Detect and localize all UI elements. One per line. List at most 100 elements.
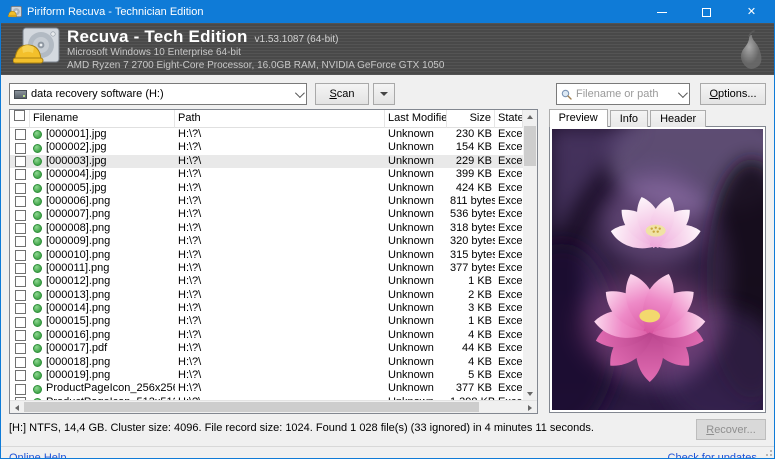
file-state-icon xyxy=(33,250,42,260)
cell-state: Excellent xyxy=(498,261,523,274)
row-checkbox[interactable] xyxy=(14,303,26,315)
cell-state: Excellent xyxy=(498,194,523,207)
drive-selector[interactable]: data recovery software (H:) xyxy=(9,83,307,105)
row-checkbox[interactable] xyxy=(14,209,26,221)
banner-title: Recuva - Tech Edition xyxy=(67,26,248,46)
row-checkbox[interactable] xyxy=(14,155,26,167)
vertical-scrollbar[interactable] xyxy=(522,110,537,400)
row-checkbox[interactable] xyxy=(14,289,26,301)
tab-preview[interactable]: Preview xyxy=(548,109,608,127)
row-checkbox[interactable] xyxy=(14,182,26,194)
vertical-scroll-thumb[interactable] xyxy=(523,126,536,166)
table-row[interactable]: [000004].jpg H:\?\ Unknown 399 KB Excellent xyxy=(10,168,523,181)
toolbar: data recovery software (H:) Scan Filenam… xyxy=(9,83,766,105)
table-row[interactable]: [000016].png H:\?\ Unknown 4 KB Excellent xyxy=(10,329,523,342)
table-row[interactable]: [000015].png H:\?\ Unknown 1 KB Excellent xyxy=(10,315,523,328)
cell-name: [000012].png xyxy=(30,275,175,288)
row-checkbox[interactable] xyxy=(14,316,26,328)
horizontal-scroll-thumb[interactable] xyxy=(24,402,479,412)
cell-size: 536 bytes xyxy=(450,208,495,221)
horizontal-scrollbar[interactable] xyxy=(10,400,537,413)
cell-name: [000005].jpg xyxy=(30,182,175,195)
maximize-button[interactable] xyxy=(684,1,729,23)
table-row[interactable]: [000007].png H:\?\ Unknown 536 bytesExcelle… xyxy=(10,208,523,221)
table-row[interactable]: [000006].png H:\?\ Unknown 811 bytesExcelle… xyxy=(10,195,523,208)
row-checkbox[interactable] xyxy=(14,383,26,395)
column-header-size[interactable]: Size xyxy=(447,109,495,128)
footer: Online Help Check for updates... xyxy=(1,446,774,458)
cell-size: 315 bytes xyxy=(450,248,495,261)
row-checkbox[interactable] xyxy=(14,129,26,141)
row-checkbox[interactable] xyxy=(14,343,26,355)
table-row[interactable]: ProductPageIcon_256x256@2x...H:\?\ Unknow… xyxy=(10,382,523,395)
column-header-modified[interactable]: Last Modified xyxy=(385,109,447,128)
cell-path: H:\?\ xyxy=(178,141,202,154)
row-checkbox[interactable] xyxy=(14,169,26,181)
cell-path: H:\?\ xyxy=(178,342,202,355)
preview-image xyxy=(551,129,763,410)
table-row[interactable]: [000009].png H:\?\ Unknown 320 bytesExcelle… xyxy=(10,235,523,248)
file-name: [000017].pdf xyxy=(46,342,108,355)
table-row[interactable]: [000010].png H:\?\ Unknown 315 bytesExcelle… xyxy=(10,249,523,262)
header-banner: Recuva - Tech Edition v1.53.1087 (64-bit… xyxy=(1,23,774,75)
scroll-up-icon[interactable] xyxy=(523,110,537,123)
close-button[interactable]: ✕ xyxy=(729,1,774,23)
scan-dropdown-button[interactable] xyxy=(373,83,395,105)
scroll-right-icon[interactable] xyxy=(523,401,537,414)
column-header-state[interactable]: State xyxy=(495,109,523,128)
file-name: [000016].png xyxy=(46,328,111,341)
check-updates-link[interactable]: Check for updates... xyxy=(668,452,766,458)
cell-size: 1 KB xyxy=(468,275,492,288)
table-row[interactable]: [000017].pdf H:\?\ Unknown 44 KB Excellent xyxy=(10,342,523,355)
table-row[interactable]: [000018].png H:\?\ Unknown 4 KB Excellent xyxy=(10,356,523,369)
resize-grip[interactable] xyxy=(762,446,772,456)
file-state-icon xyxy=(33,197,42,207)
cell-size: 229 KB xyxy=(455,154,492,167)
scroll-down-icon[interactable] xyxy=(523,387,537,400)
cell-size: 377 bytes xyxy=(450,261,495,274)
tab-info[interactable]: Info xyxy=(609,110,649,127)
table-row[interactable]: [000012].png H:\?\ Unknown 1 KB Excellent xyxy=(10,275,523,288)
file-state-icon xyxy=(33,357,42,367)
row-checkbox[interactable] xyxy=(14,222,26,234)
tab-header[interactable]: Header xyxy=(650,110,707,127)
cell-name: [000003].jpg xyxy=(30,155,175,168)
drive-icon xyxy=(14,89,27,99)
cell-path: H:\?\ xyxy=(178,208,202,221)
scan-button-label: Scan xyxy=(329,88,355,100)
scan-button[interactable]: Scan xyxy=(315,83,369,105)
column-header-filename[interactable]: Filename xyxy=(30,109,175,128)
table-row[interactable]: [000008].png H:\?\ Unknown 318 bytesExcelle… xyxy=(10,222,523,235)
cell-state: Excellent xyxy=(498,221,523,234)
minimize-button[interactable] xyxy=(639,1,684,23)
row-checkbox[interactable] xyxy=(14,263,26,275)
column-header-path[interactable]: Path xyxy=(175,109,385,128)
row-checkbox[interactable] xyxy=(14,276,26,288)
cell-state: Excellent xyxy=(498,248,523,261)
row-checkbox[interactable] xyxy=(14,196,26,208)
cell-check xyxy=(10,169,30,181)
table-row[interactable]: [000013].png H:\?\ Unknown 2 KB Excellent xyxy=(10,289,523,302)
file-name: [000015].png xyxy=(46,315,111,328)
online-help-link[interactable]: Online Help xyxy=(9,452,66,458)
table-row[interactable]: [000019].png H:\?\ Unknown 5 KB Excellent xyxy=(10,369,523,382)
file-state-icon xyxy=(33,237,42,247)
search-box[interactable]: Filename or path xyxy=(556,83,690,105)
row-checkbox[interactable] xyxy=(14,330,26,342)
recover-button[interactable]: Recover... xyxy=(696,419,766,440)
scroll-left-icon[interactable] xyxy=(10,401,24,414)
table-row[interactable]: [000002].jpg H:\?\ Unknown 154 KB Excellent xyxy=(10,141,523,154)
row-checkbox[interactable] xyxy=(14,236,26,248)
row-checkbox[interactable] xyxy=(14,356,26,368)
options-button[interactable]: Options... xyxy=(700,83,766,105)
select-all-checkbox[interactable] xyxy=(10,109,30,128)
table-row[interactable]: [000011].png H:\?\ Unknown 377 bytesExcelle… xyxy=(10,262,523,275)
table-row[interactable]: [000003].jpg H:\?\ Unknown 229 KB Excellent xyxy=(10,154,523,169)
cell-check xyxy=(10,209,30,221)
row-checkbox[interactable] xyxy=(14,249,26,261)
table-row[interactable]: [000001].jpg H:\?\ Unknown 230 KB Excellent xyxy=(10,128,523,141)
row-checkbox[interactable] xyxy=(14,142,26,154)
table-row[interactable]: [000014].png H:\?\ Unknown 3 KB Excellent xyxy=(10,302,523,315)
row-checkbox[interactable] xyxy=(14,370,26,382)
table-row[interactable]: [000005].jpg H:\?\ Unknown 424 KB Excellent xyxy=(10,182,523,195)
